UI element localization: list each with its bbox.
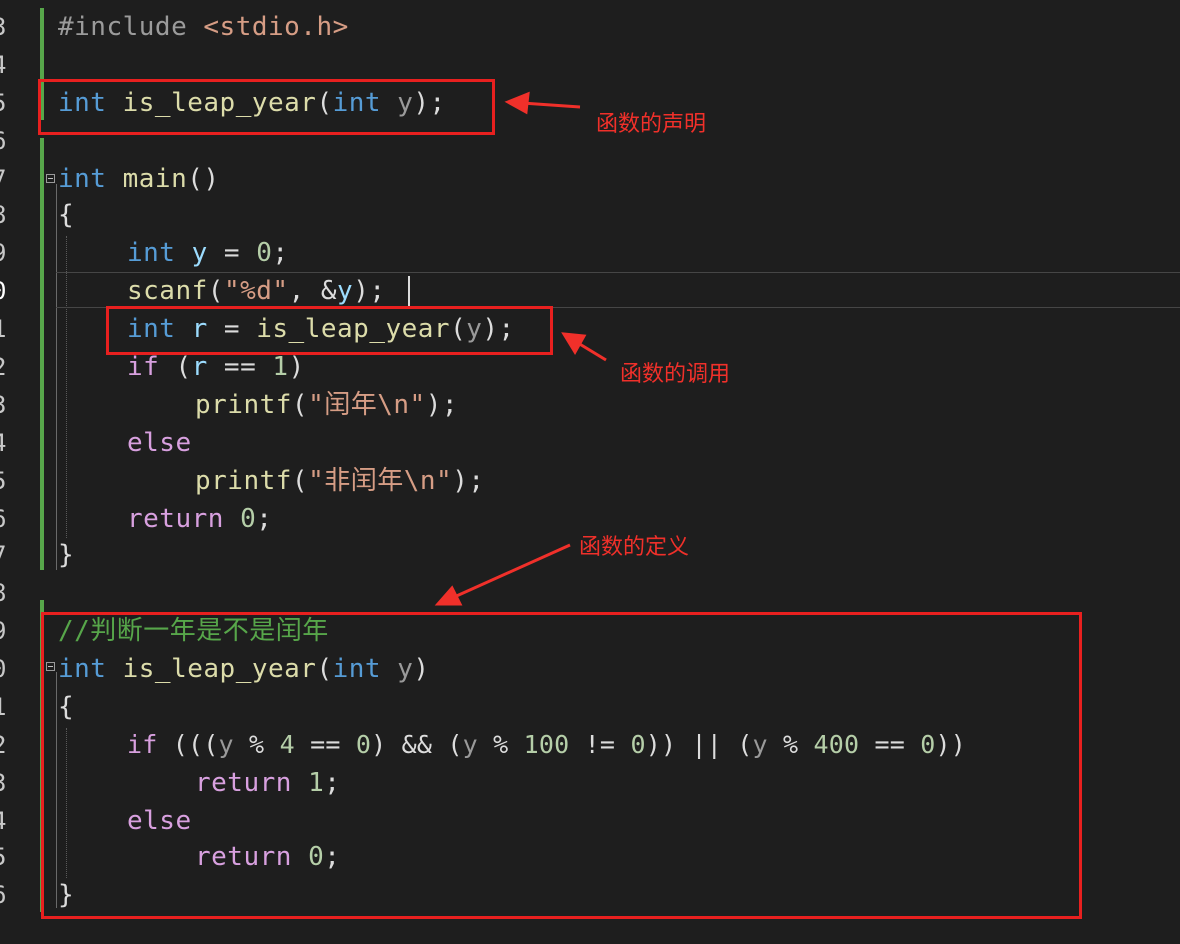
- arrow-line: [521, 101, 581, 109]
- call-annotation-label: 函数的调用: [620, 362, 731, 387]
- arrow-head: [504, 91, 530, 115]
- definition-annotation-label: 函数的定义: [579, 535, 690, 560]
- arrow-line: [577, 341, 607, 362]
- arrow-head: [561, 332, 587, 355]
- arrow-head: [434, 585, 463, 606]
- annotation-arrows: [434, 91, 607, 606]
- arrow-line: [451, 543, 571, 600]
- declaration-annotation-label: 函数的声明: [596, 112, 707, 137]
